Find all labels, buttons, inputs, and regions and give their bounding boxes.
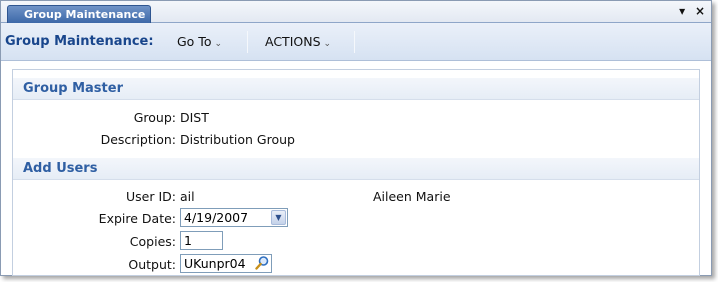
output-value: UKunpr04 — [184, 256, 246, 271]
actions-menu[interactable]: ACTIONS ⌄ — [265, 34, 331, 49]
goto-menu-label: Go To — [177, 34, 212, 49]
close-icon[interactable]: × — [695, 4, 705, 18]
magnifier-icon[interactable] — [255, 255, 269, 271]
section-group-master: Group Master — [13, 78, 699, 100]
toolbar-separator — [354, 31, 355, 53]
chevron-down-icon[interactable]: ▼ — [271, 210, 286, 225]
group-label: Group: — [133, 110, 176, 125]
description-value: Distribution Group — [180, 132, 295, 147]
tab-controls: ▾ × — [673, 4, 705, 18]
expire-date-value: 4/19/2007 — [184, 210, 249, 225]
copies-field[interactable]: 1 — [180, 231, 223, 250]
user-id-value: ail — [180, 189, 195, 204]
chevron-down-icon: ⌄ — [214, 39, 223, 49]
expire-date-label: Expire Date: — [98, 211, 176, 226]
output-label: Output: — [128, 257, 176, 272]
section-add-users: Add Users — [13, 158, 699, 180]
tab-menu-dropdown-icon[interactable]: ▾ — [679, 4, 685, 18]
user-full-name: Aileen Marie — [373, 189, 451, 204]
goto-menu[interactable]: Go To ⌄ — [177, 34, 222, 49]
expire-date-field[interactable]: 4/19/2007 ▼ — [180, 208, 288, 227]
copies-label: Copies: — [129, 234, 176, 249]
group-maintenance-window: Group Maintenance ▾ × Group Maintenance:… — [0, 0, 712, 276]
chevron-down-icon: ⌄ — [323, 39, 332, 49]
tab-strip: Group Maintenance ▾ × — [1, 1, 711, 23]
actions-menu-label: ACTIONS — [265, 34, 321, 49]
group-value: DIST — [180, 110, 209, 125]
description-label: Description: — [100, 132, 176, 147]
toolbar: Group Maintenance: Go To ⌄ ACTIONS ⌄ — [1, 23, 711, 61]
tab-group-maintenance[interactable]: Group Maintenance — [7, 5, 151, 23]
user-id-label: User ID: — [126, 189, 176, 204]
toolbar-title: Group Maintenance: — [5, 34, 154, 49]
tab-label: Group Maintenance — [24, 8, 146, 21]
toolbar-separator — [247, 31, 248, 53]
form-panel: Group Master Group: DIST Description: Di… — [12, 69, 700, 276]
copies-value: 1 — [184, 233, 192, 248]
output-field[interactable]: UKunpr04 — [180, 254, 272, 273]
